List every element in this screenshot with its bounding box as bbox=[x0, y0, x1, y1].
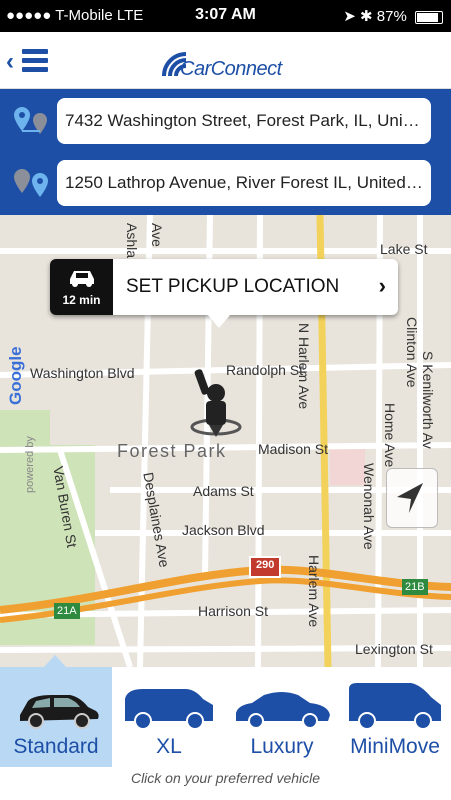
van-icon bbox=[349, 683, 441, 730]
bubble-pointer bbox=[207, 314, 231, 328]
vehicle-name: XL bbox=[156, 735, 182, 758]
address-panel: 7432 Washington Street, Forest Park, IL,… bbox=[0, 89, 451, 215]
vehicle-xl[interactable]: XL bbox=[113, 667, 225, 767]
street-label: Washington Blvd bbox=[30, 365, 135, 381]
luxury-car-icon bbox=[236, 692, 330, 729]
street-label: Ave bbox=[149, 223, 165, 247]
sedan-car-icon bbox=[20, 695, 99, 729]
chevron-right-icon: › bbox=[378, 273, 386, 298]
app-logo: CarConnect bbox=[158, 40, 298, 84]
street-label: S Kenilworth Av bbox=[420, 351, 436, 449]
vehicle-name: Standard bbox=[13, 735, 99, 758]
bluetooth-icon: ✱ bbox=[360, 8, 373, 25]
location-arrow-icon: ➤ bbox=[343, 8, 356, 25]
battery-percent: 87% bbox=[376, 8, 407, 25]
vehicle-name: MiniMove bbox=[350, 735, 440, 758]
hamburger-icon bbox=[22, 49, 48, 76]
pickup-address-field[interactable]: 7432 Washington Street, Forest Park, IL,… bbox=[57, 98, 431, 144]
street-label: Clinton Ave bbox=[404, 317, 420, 388]
current-location-button[interactable] bbox=[386, 468, 438, 528]
pickup-person-pin-icon bbox=[190, 369, 242, 437]
logo-text: CarConnect bbox=[180, 58, 282, 80]
powered-by-text: powered by bbox=[24, 436, 36, 493]
vehicle-luxury[interactable]: Luxury bbox=[226, 667, 338, 767]
back-menu-button[interactable]: ‹ bbox=[6, 46, 56, 76]
street-label: Ashla bbox=[124, 223, 140, 259]
vehicle-hint: Click on your preferred vehicle bbox=[130, 770, 321, 786]
navigation-arrow-icon bbox=[397, 483, 423, 513]
suv-icon bbox=[125, 689, 213, 730]
pickup-row: 7432 Washington Street, Forest Park, IL,… bbox=[0, 93, 451, 149]
status-bar: ●●●●● T-Mobile LTE 3:07 AM ➤ ✱ 87% bbox=[0, 0, 451, 32]
street-label: Lexington St bbox=[355, 641, 433, 657]
street-label: Madison St bbox=[258, 441, 329, 457]
street-label: Home Ave bbox=[382, 403, 398, 468]
street-label: Harlem Ave bbox=[306, 555, 322, 628]
exit-label: 21B bbox=[405, 581, 425, 593]
exit-label: 21A bbox=[57, 605, 77, 617]
vehicle-standard[interactable]: Standard bbox=[0, 667, 112, 767]
eta-badge: 12 min bbox=[50, 259, 113, 315]
google-logo: Google bbox=[6, 346, 25, 405]
set-pickup-button[interactable]: 12 min SET PICKUP LOCATION › bbox=[50, 259, 398, 328]
selection-indicator bbox=[44, 655, 66, 667]
street-label: Jackson Blvd bbox=[182, 522, 265, 538]
set-pickup-label: SET PICKUP LOCATION bbox=[126, 276, 340, 297]
street-label: Adams St bbox=[193, 483, 254, 499]
vehicle-name: Luxury bbox=[250, 735, 314, 758]
route-pins-icon bbox=[14, 107, 47, 134]
car-icon bbox=[70, 271, 94, 287]
battery-icon bbox=[415, 10, 443, 24]
street-label: Wenonah Ave bbox=[361, 463, 377, 550]
dropoff-row: 1250 Lathrop Avenue, River Forest IL, Un… bbox=[0, 155, 451, 211]
app-header: ‹ CarConnect bbox=[0, 32, 451, 89]
eta-time: 12 min bbox=[62, 293, 101, 307]
street-label: Harrison St bbox=[198, 603, 269, 619]
street-label: Lake St bbox=[380, 241, 428, 257]
dropoff-address-field[interactable]: 1250 Lathrop Avenue, River Forest IL, Un… bbox=[57, 160, 431, 206]
vehicle-selector: Standard XL Luxury MiniMove bbox=[0, 667, 451, 767]
status-right: ➤ ✱ 87% bbox=[343, 7, 443, 25]
vehicle-minimove[interactable]: MiniMove bbox=[339, 667, 451, 767]
interstate-shield-label: 290 bbox=[256, 559, 275, 571]
chevron-left-icon: ‹ bbox=[6, 48, 14, 75]
map-view[interactable]: Washington Blvd Randolph St Forest Park … bbox=[0, 215, 451, 667]
street-label: N Harlem Ave bbox=[296, 323, 312, 410]
route-pins-icon bbox=[14, 169, 48, 197]
